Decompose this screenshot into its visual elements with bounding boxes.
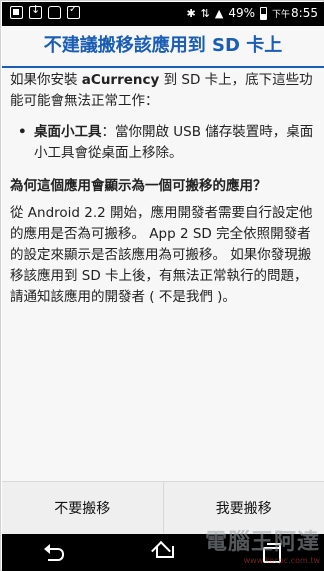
dont-move-button[interactable]: 不要搬移 xyxy=(2,482,163,534)
move-warning-dialog: 不建議搬移該應用到 SD 卡上 如果你安裝 aCurrency 到 SD 卡上，… xyxy=(2,26,324,534)
explanation-paragraph: 從 Android 2.2 開始，應用開發者需要自行設定他的應用是否為可搬移。 … xyxy=(10,205,313,305)
check-icon xyxy=(67,4,80,19)
battery-percent: 49% xyxy=(228,6,256,20)
network-4g-icon: ⇅ xyxy=(200,6,210,20)
signal-icon: ▲ xyxy=(214,6,224,20)
back-icon[interactable] xyxy=(42,542,70,564)
clock: 下午8:55 xyxy=(272,6,318,20)
app-name: aCurrency xyxy=(81,72,160,88)
question-heading: 為何這個應用會顯示為一個可搬移的應用？ xyxy=(10,178,267,194)
navigation-bar: 電腦王阿達 www.kocpc.com.tw xyxy=(2,530,324,571)
status-bar: ✱ ⇅ ▲ 49% 下午8:55 xyxy=(2,2,324,26)
system-icons: ✱ ⇅ ▲ 49% 下午8:55 xyxy=(186,6,318,20)
bluetooth-icon: ✱ xyxy=(186,6,196,20)
battery-icon xyxy=(260,6,268,20)
intro-paragraph: 如果你安裝 aCurrency 到 SD 卡上，底下這些功能可能會無法正常工作： xyxy=(10,72,313,109)
feature-list-item: • 桌面小工具：當你開啟 USB 儲存裝置時，桌面小工具會從桌面上移除。 xyxy=(18,122,316,164)
dialog-title: 不建議搬移該應用到 SD 卡上 xyxy=(43,35,283,56)
title-divider xyxy=(2,66,324,68)
bag-icon xyxy=(48,6,61,19)
watermark-logo: 電腦王阿達 xyxy=(204,530,320,555)
notification-icons xyxy=(10,3,80,19)
home-icon[interactable] xyxy=(149,542,177,564)
download-icon xyxy=(29,3,42,19)
image-icon xyxy=(10,6,23,19)
dialog-message: 如果你安裝 aCurrency 到 SD 卡上，底下這些功能可能會無法正常工作：… xyxy=(10,70,316,318)
watermark-url: www.kocpc.com.tw xyxy=(243,556,320,565)
feature-label: 桌面小工具 xyxy=(34,124,102,140)
phone-screen: ✱ ⇅ ▲ 49% 下午8:55 不建議搬移該應用到 SD 卡上 如果你安裝 a… xyxy=(0,0,324,571)
watermark: 電腦王阿達 www.kocpc.com.tw xyxy=(205,524,320,565)
bullet-icon: • xyxy=(18,124,27,140)
